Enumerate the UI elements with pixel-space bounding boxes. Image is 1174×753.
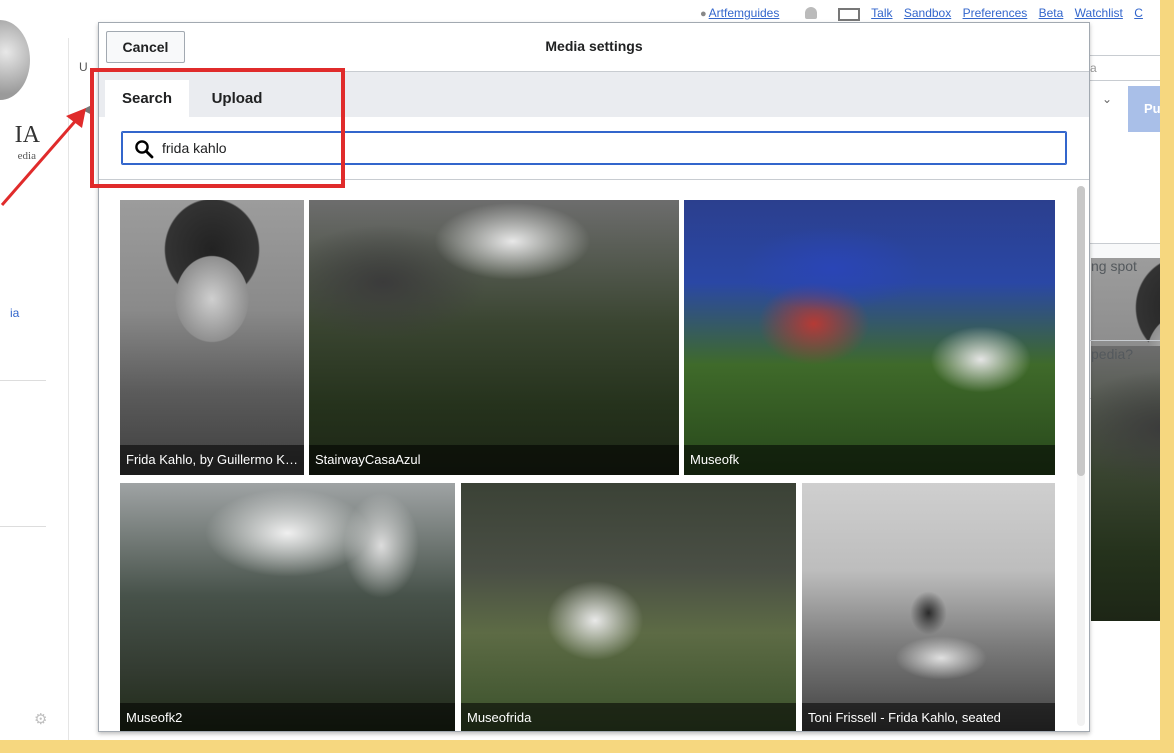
dialog-header: Cancel Media settings <box>99 23 1089 71</box>
personal-toolbar: ● Artfemguides Talk Sandbox Preferences B… <box>700 6 1151 21</box>
result-caption: Museofrida <box>461 703 796 731</box>
sidebar-link[interactable]: ia <box>10 306 19 320</box>
watchlist-link[interactable]: Watchlist <box>1075 6 1123 20</box>
gear-icon[interactable]: ⚙ <box>34 710 47 728</box>
result-tile[interactable]: Museofk2 <box>120 483 455 731</box>
result-tile[interactable]: Frida Kahlo, by Guillermo Kahlo <box>120 200 304 475</box>
help-panel: ng spot pedia? <box>1082 243 1160 621</box>
tab-search[interactable]: Search <box>105 80 189 118</box>
wiki-logo-tagline: edia <box>17 150 36 162</box>
contributions-link[interactable]: C <box>1134 6 1143 20</box>
toolbar-text-fragment: U <box>79 60 88 74</box>
chevron-down-icon[interactable]: ⌄ <box>1102 92 1112 106</box>
media-search-input[interactable] <box>162 137 1042 159</box>
result-caption: Museofk2 <box>120 703 455 731</box>
dialog-tabs: Search Upload <box>99 71 1089 118</box>
result-tile[interactable]: Museofrida <box>461 483 796 731</box>
result-caption: Museofk <box>684 445 1055 475</box>
media-search-box[interactable] <box>121 131 1067 165</box>
wiki-logo-globe[interactable] <box>0 20 30 100</box>
undo-icon[interactable]: ◀ <box>82 102 91 116</box>
content-left-border <box>68 38 69 740</box>
result-caption: Toni Frissell - Frida Kahlo, seated <box>802 703 1055 731</box>
user-icon: ● <box>700 8 707 20</box>
wiki-logo-wordmark: IA <box>14 122 40 148</box>
result-tile[interactable]: Toni Frissell - Frida Kahlo, seated <box>802 483 1055 731</box>
search-area <box>99 117 1089 179</box>
result-caption: Frida Kahlo, by Guillermo Kahlo <box>120 445 304 475</box>
wiki-search-input[interactable]: a <box>1080 55 1160 81</box>
search-results: Frida Kahlo, by Guillermo Kahlo Stairway… <box>99 180 1089 731</box>
search-icon <box>135 140 154 159</box>
help-panel-text: pedia? <box>1091 346 1160 621</box>
bell-icon[interactable] <box>804 7 817 19</box>
sandbox-link[interactable]: Sandbox <box>904 6 951 20</box>
result-tile[interactable]: StairwayCasaAzul <box>309 200 679 475</box>
result-caption: StairwayCasaAzul <box>309 445 679 475</box>
sidebar-divider <box>0 526 46 527</box>
media-settings-dialog: Cancel Media settings Search Upload Frid… <box>98 22 1090 732</box>
tray-icon[interactable] <box>838 8 861 21</box>
help-panel-divider <box>1083 340 1160 341</box>
results-scrollbar-thumb[interactable] <box>1077 186 1085 476</box>
result-tile[interactable]: Museofk <box>684 200 1055 475</box>
user-link[interactable]: Artfemguides <box>709 6 780 20</box>
talk-link[interactable]: Talk <box>871 6 892 20</box>
dialog-title: Media settings <box>545 38 643 54</box>
publish-button[interactable]: Pub <box>1128 86 1160 132</box>
sidebar-divider <box>0 380 46 381</box>
beta-link[interactable]: Beta <box>1039 6 1064 20</box>
preferences-link[interactable]: Preferences <box>963 6 1028 20</box>
screen: IA edia ia ⚙ U ◀ ● Artfemguides Talk Sand… <box>0 0 1160 740</box>
tab-upload[interactable]: Upload <box>197 80 277 118</box>
